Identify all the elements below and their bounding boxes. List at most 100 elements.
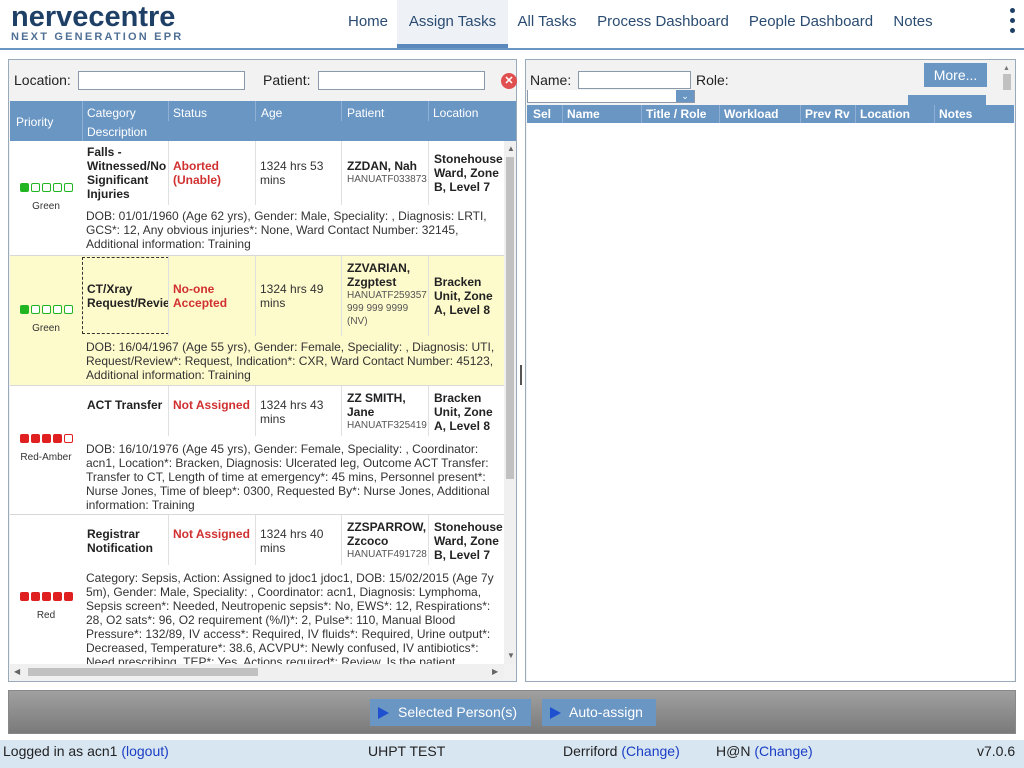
task-patient[interactable]: ZZ SMITH, Jane HANUATF325419 [347,391,427,432]
col-patient[interactable]: Patient [347,106,384,120]
hospital-name: H@N [716,743,751,759]
tasks-vertical-scrollbar[interactable]: ▲ ▼ [504,141,516,664]
tasks-horizontal-scrollbar[interactable]: ◀ ▶ [10,664,504,680]
task-age: 1324 hrs 40 mins [260,527,324,555]
assign-selected-button[interactable]: Selected Person(s) [370,699,531,726]
col-sel[interactable]: Sel [533,107,551,121]
priority-dot [63,183,73,192]
people-table-body [527,123,1014,681]
task-description: DOB: 01/01/1960 (Age 62 yrs), Gender: Ma… [86,209,487,251]
nav-process-dashboard[interactable]: Process Dashboard [592,0,734,48]
patient-id: HANUATF325419 [347,420,427,431]
col-location[interactable]: Location [860,107,910,121]
more-button[interactable]: More... [924,63,987,87]
col-prev-rv[interactable]: Prev Rv [805,107,850,121]
task-status: No-one Accepted [173,282,228,310]
patient-name: ZZ SMITH, Jane [347,391,406,419]
priority-dots [10,592,82,602]
task-category: Falls - Witnessed/No Significant Injurie… [87,145,167,201]
panel-splitter[interactable] [520,365,522,385]
site-text: Derriford (Change) [563,743,680,759]
task-row[interactable]: Red-Amber ACT Transfer Not Assigned 1324… [10,386,504,515]
clear-filter-icon[interactable]: ✕ [501,73,517,89]
play-icon [550,707,561,719]
nav-home[interactable]: Home [338,0,398,48]
priority-dot [41,305,51,314]
priority-dot [19,592,29,601]
col-description[interactable]: Description [87,125,147,139]
change-hospital-link[interactable]: (Change) [754,743,812,759]
nervecentre-logo: nervecentre NEXT GENERATION EPR [11,2,183,43]
action-bar: Selected Person(s) Auto-assign [8,690,1016,734]
tasks-table-header: Priority Category Description Status Age… [10,101,516,141]
nav-all-tasks[interactable]: All Tasks [512,0,582,48]
task-category: ACT Transfer [87,398,163,412]
col-location[interactable]: Location [433,106,478,120]
col-name[interactable]: Name [567,107,600,121]
priority-dot [41,592,51,601]
priority-indicator: Red-Amber [10,434,82,463]
task-location: Bracken Unit, Zone A, Level 8 [434,275,493,317]
task-category: Registrar Notification [87,527,153,555]
task-location: Stonehouse Ward, Zone B, Level 7 [434,152,503,194]
col-notes[interactable]: Notes [939,107,972,121]
logo-sub: NEXT GENERATION EPR [11,31,184,43]
location-input[interactable] [78,71,245,90]
nav-notes[interactable]: Notes [888,0,938,48]
priority-dot [52,183,62,192]
location-label: Location: [14,72,71,88]
patient-label: Patient: [263,72,311,88]
col-title-role[interactable]: Title / Role [646,107,706,121]
logged-in-text: Logged in as acn1 (logout) [3,743,169,759]
priority-dot [63,434,73,443]
patient-input[interactable] [318,71,485,90]
task-patient[interactable]: ZZSPARROW, Zzcoco HANUATF491728 [347,520,427,561]
col-age[interactable]: Age [261,106,282,120]
patient-name: ZZVARIAN, Zzgptest [347,261,411,289]
priority-label: Green [32,323,60,334]
col-workload[interactable]: Workload [724,107,778,121]
priority-dot [30,183,40,192]
patient-name: ZZDAN, Nah [347,159,417,173]
task-filters: Location: Patient: ✕ [9,60,517,100]
priority-dot [19,183,29,192]
people-table-header: Sel Name Title / Role Workload Prev Rv L… [527,105,1014,123]
role-select[interactable]: ⌄ [527,90,695,103]
name-input[interactable] [578,71,691,89]
change-site-link[interactable]: (Change) [621,743,679,759]
hospital-text: H@N (Change) [716,743,813,759]
col-priority[interactable]: Priority [16,115,53,129]
task-row[interactable]: Green Falls - Witnessed/No Significant I… [10,141,504,256]
task-status: Not Assigned [173,398,250,412]
people-scroll-indicator[interactable]: ▲ [1002,65,1011,101]
task-age: 1324 hrs 49 mins [260,282,324,310]
version-text: v7.0.6 [977,743,1016,759]
priority-dot [41,183,51,192]
col-category[interactable]: Category [87,106,136,120]
col-status[interactable]: Status [173,106,207,120]
task-description: DOB: 16/04/1967 (Age 55 yrs), Gender: Fe… [86,340,495,382]
task-row[interactable]: Red Registrar Notification Not Assigned … [10,515,504,664]
status-footer: Logged in as acn1 (logout) UHPT TEST Der… [0,740,1024,768]
auto-assign-button[interactable]: Auto-assign [542,699,656,726]
task-status: Not Assigned [173,527,250,541]
logout-link[interactable]: (logout) [121,743,168,759]
task-patient[interactable]: ZZDAN, Nah HANUATF033873 [347,159,427,186]
priority-dot [52,592,62,601]
patient-id: HANUATF259357 [347,290,427,301]
task-patient[interactable]: ZZVARIAN, Zzgptest HANUATF259357 999 999… [347,261,427,328]
priority-dot [30,434,40,443]
nav-people-dashboard[interactable]: People Dashboard [744,0,878,48]
nav-assign-tasks[interactable]: Assign Tasks [397,0,508,48]
kebab-menu-icon[interactable] [1008,8,1016,36]
people-panel: Name: Role: ⌄ More... ▲ Sel Name Title /… [525,59,1016,682]
priority-dot [19,305,29,314]
priority-label: Red [36,610,56,621]
task-row[interactable]: Green CT/Xray Request/Review No-one Acce… [10,256,504,386]
priority-dot [30,305,40,314]
task-age: 1324 hrs 53 mins [260,159,324,187]
task-location: Bracken Unit, Zone A, Level 8 [434,391,493,433]
task-category: CT/Xray Request/Review [82,257,169,334]
chevron-down-icon[interactable]: ⌄ [676,90,694,102]
patient-name: ZZSPARROW, Zzcoco [347,520,427,548]
